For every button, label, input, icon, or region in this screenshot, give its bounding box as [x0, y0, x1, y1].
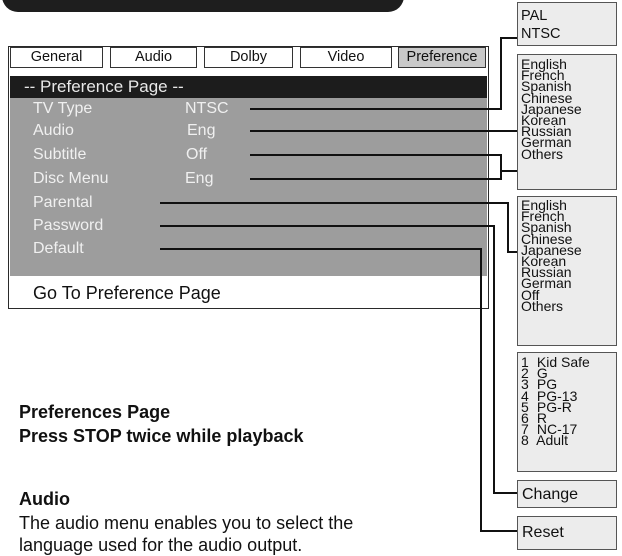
audio-description-line1: The audio menu enables you to select the — [19, 513, 354, 533]
heading-press-stop: Press STOP twice while playback — [19, 426, 304, 446]
connector-lines — [160, 37, 517, 532]
heading-audio: Audio — [19, 489, 70, 509]
heading-preferences-page: Preferences Page — [19, 402, 171, 422]
audio-description-line2: language used for the audio output. — [19, 535, 303, 555]
